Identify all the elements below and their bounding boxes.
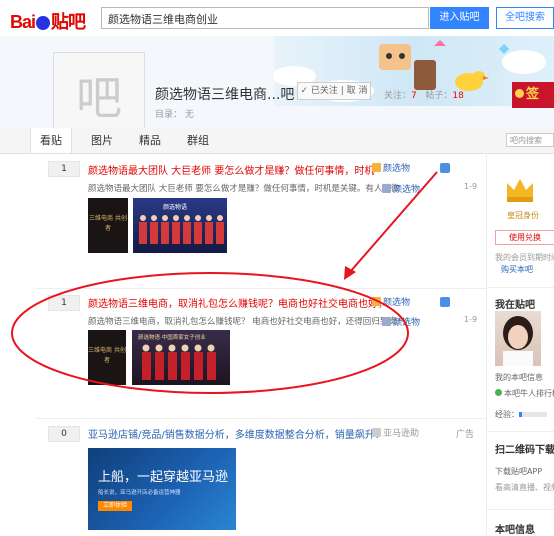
post-count-label: 帖子： xyxy=(425,91,453,101)
thread-image-text: 颜选物语·中国首家女子创业 xyxy=(138,335,206,341)
rank-list-link[interactable]: 本吧牛人排行榜 xyxy=(495,388,554,399)
thread-title[interactable]: 颜选物语最大团队 大巨老师 要怎么做才是赚？做任何事情，时机 xyxy=(88,162,374,177)
privilege-text: 我的会员到期时间 xyxy=(495,253,554,262)
reply-count: 1 xyxy=(48,295,80,311)
app-desc-text: 看高清直播、视频 xyxy=(495,483,554,492)
user-avatar[interactable] xyxy=(495,311,541,366)
thread-last-replier[interactable]: 颜选物 xyxy=(382,182,420,195)
sidebar-divider xyxy=(487,509,554,510)
exp-bar-fill xyxy=(519,412,522,417)
sidebar-divider xyxy=(487,287,554,288)
user-icon xyxy=(372,428,381,437)
ad-image[interactable]: 上船，一起穿越亚马逊 船长说，亚马逊开店必备运营神器 立即体验 xyxy=(88,448,236,530)
thread-image-text: 三维电商 共创者 xyxy=(89,215,127,232)
vip-icon xyxy=(440,297,450,307)
my-forum-info-link[interactable]: 我的本吧信息 xyxy=(495,372,543,383)
thread-time: 1-9 xyxy=(464,182,478,191)
replier-name: 颜选物 xyxy=(393,318,421,328)
sign-label: 签 xyxy=(526,87,540,102)
ad-headline: 上船，一起穿越亚马逊 xyxy=(98,470,229,485)
my-forum-heading: 我在贴吧 xyxy=(495,300,535,311)
forum-avatar[interactable]: 吧 xyxy=(53,52,145,128)
forum-info-heading: 本吧信息 xyxy=(495,525,535,536)
thread-image-text: 颜选物语 xyxy=(163,204,188,211)
right-sidebar: 皇冠身份 使用兑换 我的会员到期时间 购买本吧 我在贴吧 我的本吧信息 本吧牛人… xyxy=(487,153,554,536)
search-input[interactable]: 颜选物语三维电商创业 xyxy=(101,7,429,29)
ad-label: 广告 xyxy=(456,430,475,440)
gift-icon xyxy=(515,89,524,98)
tab-bar: 看贴 图片 精品 群组 吧内搜索 xyxy=(0,128,554,154)
logo-text-bai: Bai xyxy=(10,12,36,32)
rank-icon xyxy=(495,389,502,396)
top-search-bar: Bai 贴吧 颜选物语三维电商创业 进入贴吧 全吧搜索 xyxy=(0,0,554,37)
app-download-text[interactable]: 下载贴吧APP xyxy=(495,466,542,477)
thread-author[interactable]: 颜选物 xyxy=(372,295,410,308)
forum-banner: 吧 xyxy=(0,36,554,128)
forum-title[interactable]: 颜选物语三维电商...吧 xyxy=(155,84,294,104)
privilege-button[interactable]: 使用兑换 xyxy=(495,230,554,245)
tab-featured[interactable]: 精品 xyxy=(130,128,170,153)
user-badge-icon xyxy=(372,297,381,306)
author-name: 亚马逊助 xyxy=(383,429,420,439)
avatar-portrait xyxy=(503,316,533,366)
thread-image[interactable]: 颜选物语 xyxy=(133,198,227,253)
thread-last-replier[interactable]: 颜选物 xyxy=(382,315,420,328)
tab-posts[interactable]: 看贴 xyxy=(30,128,72,153)
thread-item[interactable]: 1 颜选物语三维电商，取消礼包怎么赚钱呢？电商也好社交电商也好， 颜选物 颜选物… xyxy=(36,288,486,419)
reply-count: 1 xyxy=(48,161,80,177)
thread-image[interactable]: 三维电商 共创者 xyxy=(88,330,126,385)
reply-icon xyxy=(382,184,391,193)
sign-in-button[interactable]: 签 xyxy=(512,82,554,108)
thread-list: 1 颜选物语最大团队 大巨老师 要怎么做才是赚？做任何事情，时机 颜选物 颜选物… xyxy=(36,153,487,535)
user-badge-icon xyxy=(372,163,381,172)
follow-count: 7 xyxy=(411,91,417,101)
reply-count: 0 xyxy=(48,426,80,442)
exp-row: 经验： xyxy=(495,409,547,420)
thread-image[interactable]: 三维电商 共创者 xyxy=(88,198,128,253)
thread-time: 1-9 xyxy=(464,315,478,324)
thread-author[interactable]: 颜选物 xyxy=(372,161,410,174)
vip-icon xyxy=(440,163,450,173)
buy-forum-link[interactable]: 购买本吧 xyxy=(501,264,533,275)
thread-title[interactable]: 颜选物语三维电商，取消礼包怎么赚钱呢？电商也好社交电商也好， xyxy=(88,295,388,310)
rank-list-text: 本吧牛人排行榜 xyxy=(504,389,554,398)
sidebar-divider xyxy=(487,431,554,432)
follow-toggle-button[interactable]: ✓ 已关注 | 取 消 xyxy=(297,82,371,100)
crown-icon xyxy=(507,179,533,202)
thread-image[interactable]: 颜选物语·中国首家女子创业 xyxy=(132,330,230,385)
ad-title[interactable]: 亚马逊店铺/竞品/销售数据分析，多维度数据整合分析，销量飙升！ xyxy=(88,426,385,441)
global-search-button[interactable]: 全吧搜索 xyxy=(496,7,554,29)
post-count: 18 xyxy=(452,91,464,101)
thread-image-text: 三维电商 共创者 xyxy=(88,347,126,364)
tab-images[interactable]: 图片 xyxy=(84,128,120,153)
author-name: 颜选物 xyxy=(383,164,411,174)
thread-abstract: 颜选物语最大团队 大巨老师 要怎么做才是赚？做任何事情，时机是关键。有人说微 xyxy=(88,184,400,194)
ad-subtext: 船长说，亚马逊开店必备运营神器 xyxy=(98,490,181,496)
forum-stats: 关注：7 帖子：18 xyxy=(384,88,464,101)
tab-groups[interactable]: 群组 xyxy=(178,128,218,153)
exp-label: 经验： xyxy=(495,410,519,419)
author-name: 颜选物 xyxy=(383,298,411,308)
ad-cta-button[interactable]: 立即体验 xyxy=(98,501,132,511)
thread-abstract: 颜选物语三维电商，取消礼包怎么赚钱呢？ 电商也好社交电商也好，还得回归到卖产 xyxy=(88,317,406,327)
forum-directory: 目录： 无 xyxy=(155,110,194,120)
ad-thread-item[interactable]: 0 亚马逊店铺/竞品/销售数据分析，多维度数据整合分析，销量飙升！ 亚马逊助 广… xyxy=(36,418,486,535)
ad-author[interactable]: 亚马逊助 xyxy=(372,426,419,439)
baidu-tieba-logo[interactable]: Bai 贴吧 xyxy=(10,8,86,34)
exp-bar xyxy=(519,412,547,417)
replier-name: 颜选物 xyxy=(393,185,421,195)
thread-item[interactable]: 1 颜选物语最大团队 大巨老师 要怎么做才是赚？做任何事情，时机 颜选物 颜选物… xyxy=(36,153,486,289)
follow-count-label: 关注： xyxy=(384,91,412,101)
forum-search-input[interactable]: 吧内搜索 xyxy=(506,133,554,147)
logo-text-tieba: 贴吧 xyxy=(51,12,86,32)
qr-heading: 扫二维码下载贴 xyxy=(495,445,554,456)
reply-icon xyxy=(382,317,391,326)
paw-icon xyxy=(36,16,51,30)
rank-label: 皇冠身份 xyxy=(507,211,539,220)
enter-forum-button[interactable]: 进入贴吧 xyxy=(430,7,489,29)
